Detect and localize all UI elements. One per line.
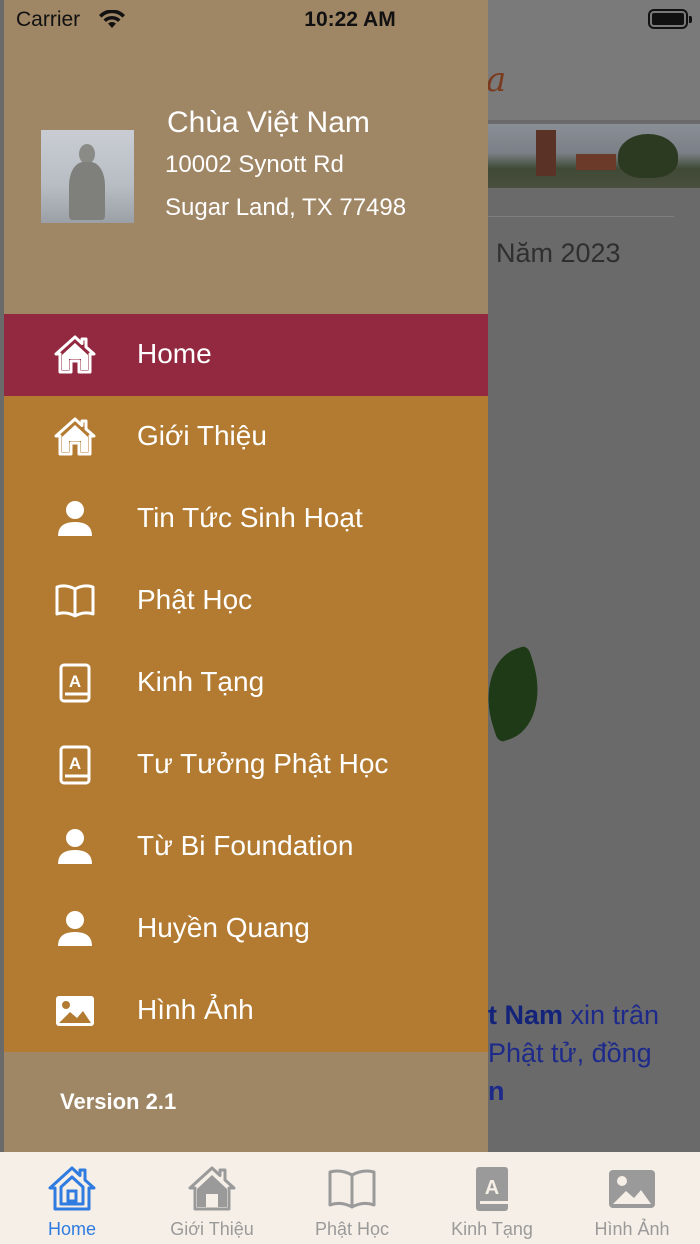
menu-item-label: Tin Tức Sinh Hoạt bbox=[137, 502, 363, 533]
background-text-line: t Nam xin trân bbox=[488, 1000, 660, 1030]
tab-label: Hình Ảnh bbox=[594, 1219, 670, 1239]
menu-item-huyen-quang[interactable]: Huyền Quang bbox=[4, 888, 488, 970]
person-icon bbox=[58, 829, 92, 864]
menu-item-label: Home bbox=[137, 338, 212, 369]
svg-text:A: A bbox=[69, 672, 81, 691]
menu-item-label: Huyền Quang bbox=[137, 912, 310, 943]
svg-text:A: A bbox=[485, 1177, 499, 1199]
drawer-menu: Home Giới Thiệu Tin Tức Sinh Hoạt Phật H… bbox=[4, 314, 488, 1052]
background-logo: a bbox=[486, 60, 507, 100]
tab-hinh-anh[interactable]: Hình Ảnh bbox=[562, 1152, 700, 1244]
contact-book-icon: A bbox=[59, 745, 91, 785]
drawer-header: Chùa Việt Nam 10002 Synott Rd Sugar Land… bbox=[4, 0, 488, 313]
tab-label: Kinh Tạng bbox=[451, 1219, 533, 1239]
tab-home[interactable]: Home bbox=[2, 1152, 142, 1244]
menu-item-label: Hình Ảnh bbox=[137, 994, 254, 1025]
menu-item-phat-hoc[interactable]: Phật Học bbox=[4, 560, 488, 642]
home-icon bbox=[188, 1166, 236, 1211]
tab-label: Home bbox=[47, 1219, 96, 1239]
contact-book-icon: A bbox=[59, 663, 91, 703]
temple-statue-image bbox=[41, 130, 134, 223]
menu-item-home[interactable]: Home bbox=[4, 314, 488, 396]
tab-label: Phật Học bbox=[314, 1219, 390, 1239]
menu-item-label: Kinh Tạng bbox=[137, 666, 265, 697]
background-text-line: Phật tử, đồng bbox=[488, 1038, 652, 1068]
status-bar: Carrier 10:22 AM bbox=[0, 0, 700, 40]
image-icon bbox=[609, 1170, 655, 1208]
book-icon bbox=[55, 584, 95, 618]
home-icon bbox=[48, 1166, 96, 1211]
book-icon bbox=[328, 1169, 376, 1209]
tab-label: Giới Thiệu bbox=[170, 1219, 254, 1239]
person-icon bbox=[58, 911, 92, 946]
side-drawer: Chùa Việt Nam 10002 Synott Rd Sugar Land… bbox=[4, 0, 488, 1152]
home-icon bbox=[54, 335, 96, 374]
menu-item-gioi-thieu[interactable]: Giới Thiệu bbox=[4, 396, 488, 478]
home-icon bbox=[54, 417, 96, 456]
app-version: Version 2.1 bbox=[60, 1089, 177, 1114]
menu-item-label: Tư Tưởng Phật Học bbox=[137, 748, 389, 779]
temple-address-line1: 10002 Synott Rd bbox=[165, 151, 344, 178]
background-divider bbox=[488, 216, 674, 217]
temple-address-line2: Sugar Land, TX 77498 bbox=[165, 194, 407, 221]
tab-gioi-thieu[interactable]: Giới Thiệu bbox=[142, 1152, 282, 1244]
background-year-heading: Năm 2023 bbox=[496, 238, 621, 268]
menu-item-hinh-anh[interactable]: Hình Ảnh bbox=[4, 970, 488, 1052]
person-icon bbox=[58, 501, 92, 536]
menu-item-tu-tuong-phat-hoc[interactable]: A Tư Tưởng Phật Học bbox=[4, 724, 488, 806]
background-text-line: n bbox=[488, 1076, 505, 1106]
menu-item-tin-tuc-sinh-hoat[interactable]: Tin Tức Sinh Hoạt bbox=[4, 478, 488, 560]
svg-text:A: A bbox=[69, 754, 81, 773]
image-icon bbox=[56, 996, 94, 1026]
battery-icon bbox=[648, 9, 692, 29]
status-time: 10:22 AM bbox=[304, 8, 396, 31]
menu-item-label: Phật Học bbox=[137, 584, 253, 615]
temple-name: Chùa Việt Nam bbox=[167, 106, 370, 139]
menu-item-kinh-tang[interactable]: A Kinh Tạng bbox=[4, 642, 488, 724]
tab-bar: Home Giới Thiệu Phật Học A Kinh Tạng Hìn… bbox=[0, 1152, 700, 1244]
menu-item-tu-bi-foundation[interactable]: Từ Bi Foundation bbox=[4, 806, 488, 888]
tab-kinh-tang[interactable]: A Kinh Tạng bbox=[422, 1152, 562, 1244]
menu-item-label: Giới Thiệu bbox=[137, 420, 267, 451]
contact-book-icon: A bbox=[476, 1167, 508, 1211]
background-temple-photo bbox=[488, 124, 700, 188]
menu-item-label: Từ Bi Foundation bbox=[137, 830, 354, 861]
tab-phat-hoc[interactable]: Phật Học bbox=[282, 1152, 422, 1244]
